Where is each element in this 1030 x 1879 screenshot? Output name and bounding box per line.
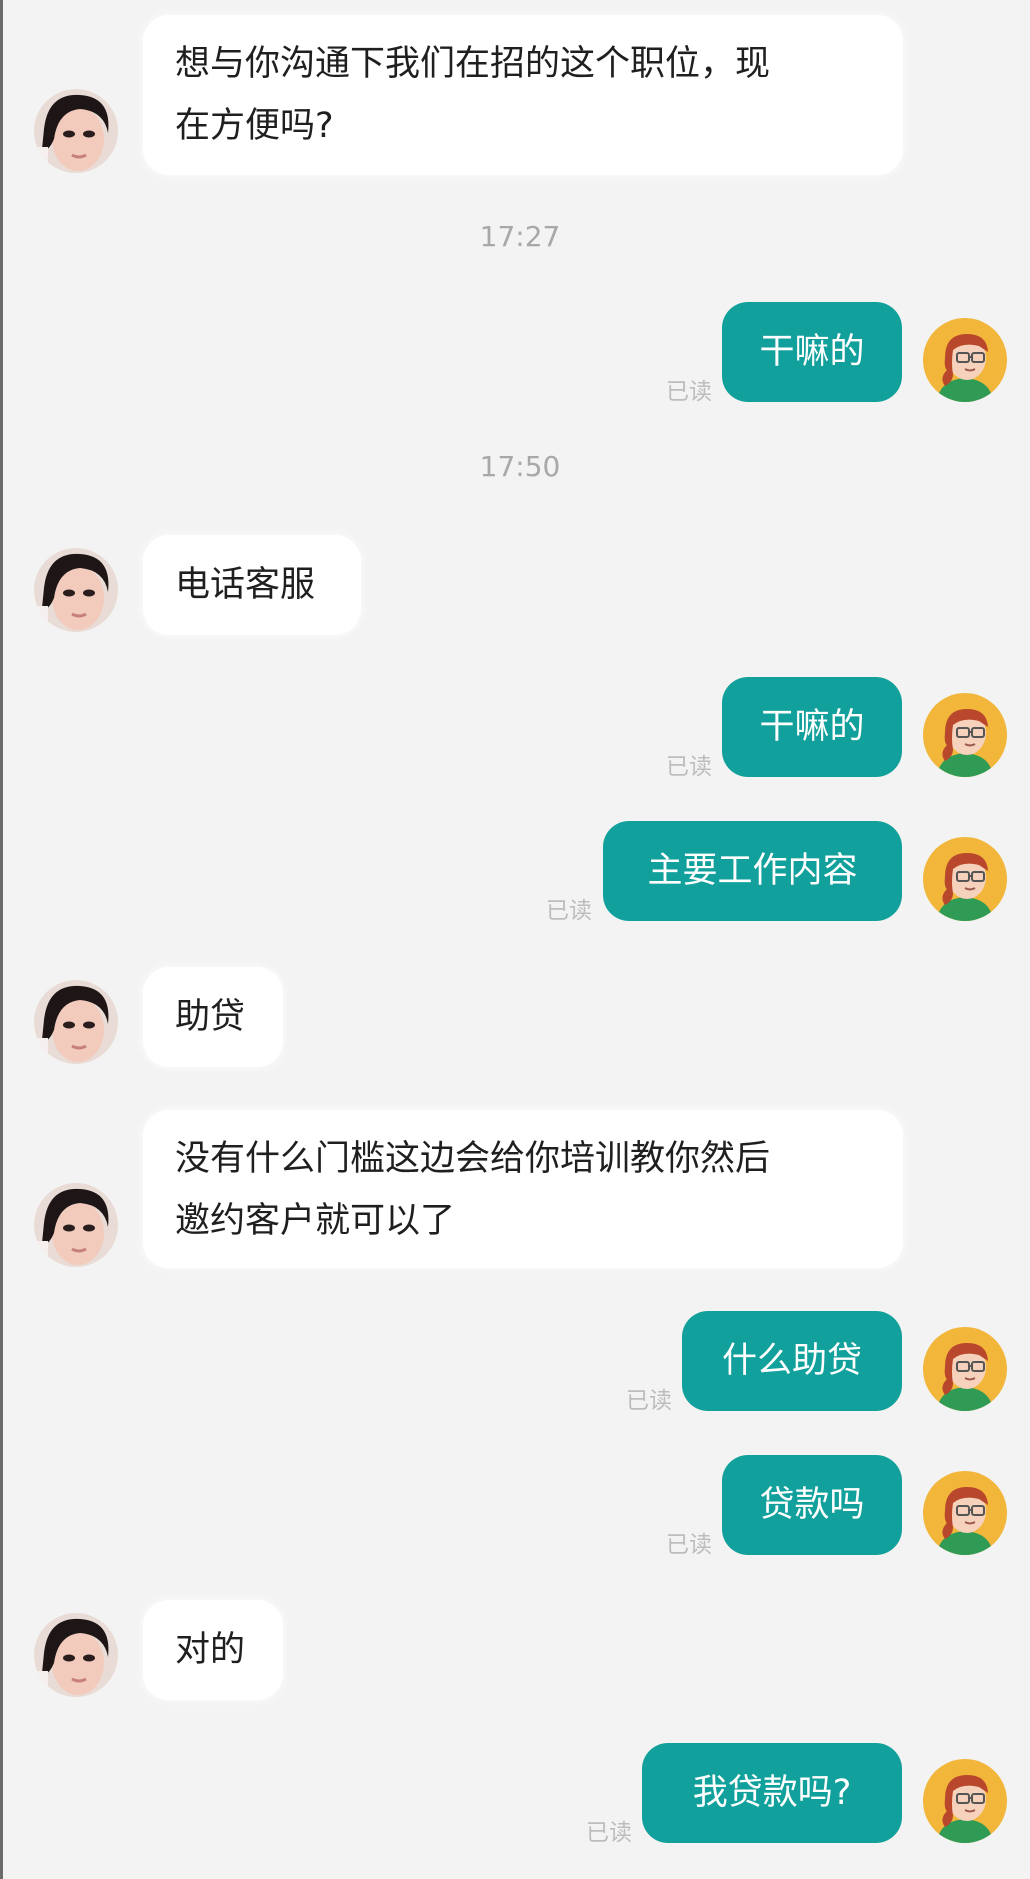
read-receipt-label: 已读 bbox=[666, 379, 712, 405]
outgoing-message-bubble[interactable]: 干嘛的 bbox=[722, 677, 902, 777]
message-text: 对的 bbox=[175, 1630, 246, 1670]
message-text-line: 想与你沟通下我们在招的这个职位，现 bbox=[175, 44, 771, 84]
outgoing-message-bubble[interactable]: 我贷款吗? bbox=[642, 1743, 902, 1843]
incoming-message-bubble[interactable]: 助贷 bbox=[143, 967, 283, 1067]
timestamp: 17:27 bbox=[479, 220, 561, 253]
incoming-message-bubble[interactable]: 没有什么门槛这边会给你培训教你然后 邀约客户就可以了 bbox=[143, 1110, 903, 1268]
outgoing-message-bubble[interactable]: 主要工作内容 bbox=[603, 821, 902, 921]
timestamp: 17:50 bbox=[479, 450, 561, 483]
incoming-message-bubble[interactable]: 对的 bbox=[143, 1600, 283, 1700]
contact-avatar[interactable] bbox=[34, 1183, 118, 1267]
chat-conversation: 想与你沟通下我们在招的这个职位，现 在方便吗? 17:27 干嘛的 已读 17:… bbox=[0, 0, 1030, 1879]
read-receipt-label: 已读 bbox=[666, 754, 712, 780]
contact-avatar[interactable] bbox=[34, 548, 118, 632]
contact-avatar[interactable] bbox=[34, 1613, 118, 1697]
message-text: 助贷 bbox=[175, 997, 246, 1037]
read-receipt-label: 已读 bbox=[546, 898, 592, 924]
user-avatar[interactable] bbox=[923, 693, 1007, 777]
outgoing-message-bubble[interactable]: 贷款吗 bbox=[722, 1455, 902, 1555]
user-avatar[interactable] bbox=[923, 837, 1007, 921]
contact-avatar[interactable] bbox=[34, 980, 118, 1064]
user-avatar[interactable] bbox=[923, 1327, 1007, 1411]
outgoing-message-bubble[interactable]: 什么助贷 bbox=[682, 1311, 902, 1411]
message-text-line: 邀约客户就可以了 bbox=[175, 1201, 456, 1241]
read-receipt-label: 已读 bbox=[586, 1820, 632, 1846]
outgoing-message-bubble[interactable]: 干嘛的 bbox=[722, 302, 902, 402]
user-avatar[interactable] bbox=[923, 318, 1007, 402]
window-edge bbox=[0, 0, 3, 1879]
message-text: 电话客服 bbox=[175, 565, 316, 605]
incoming-message-bubble[interactable]: 电话客服 bbox=[143, 535, 361, 635]
message-text-line: 没有什么门槛这边会给你培训教你然后 bbox=[175, 1139, 771, 1179]
contact-avatar[interactable] bbox=[34, 89, 118, 173]
user-avatar[interactable] bbox=[923, 1471, 1007, 1555]
message-text-line: 在方便吗? bbox=[175, 106, 334, 146]
user-avatar[interactable] bbox=[923, 1759, 1007, 1843]
incoming-message-bubble[interactable]: 想与你沟通下我们在招的这个职位，现 在方便吗? bbox=[143, 15, 903, 175]
read-receipt-label: 已读 bbox=[626, 1388, 672, 1414]
read-receipt-label: 已读 bbox=[666, 1532, 712, 1558]
